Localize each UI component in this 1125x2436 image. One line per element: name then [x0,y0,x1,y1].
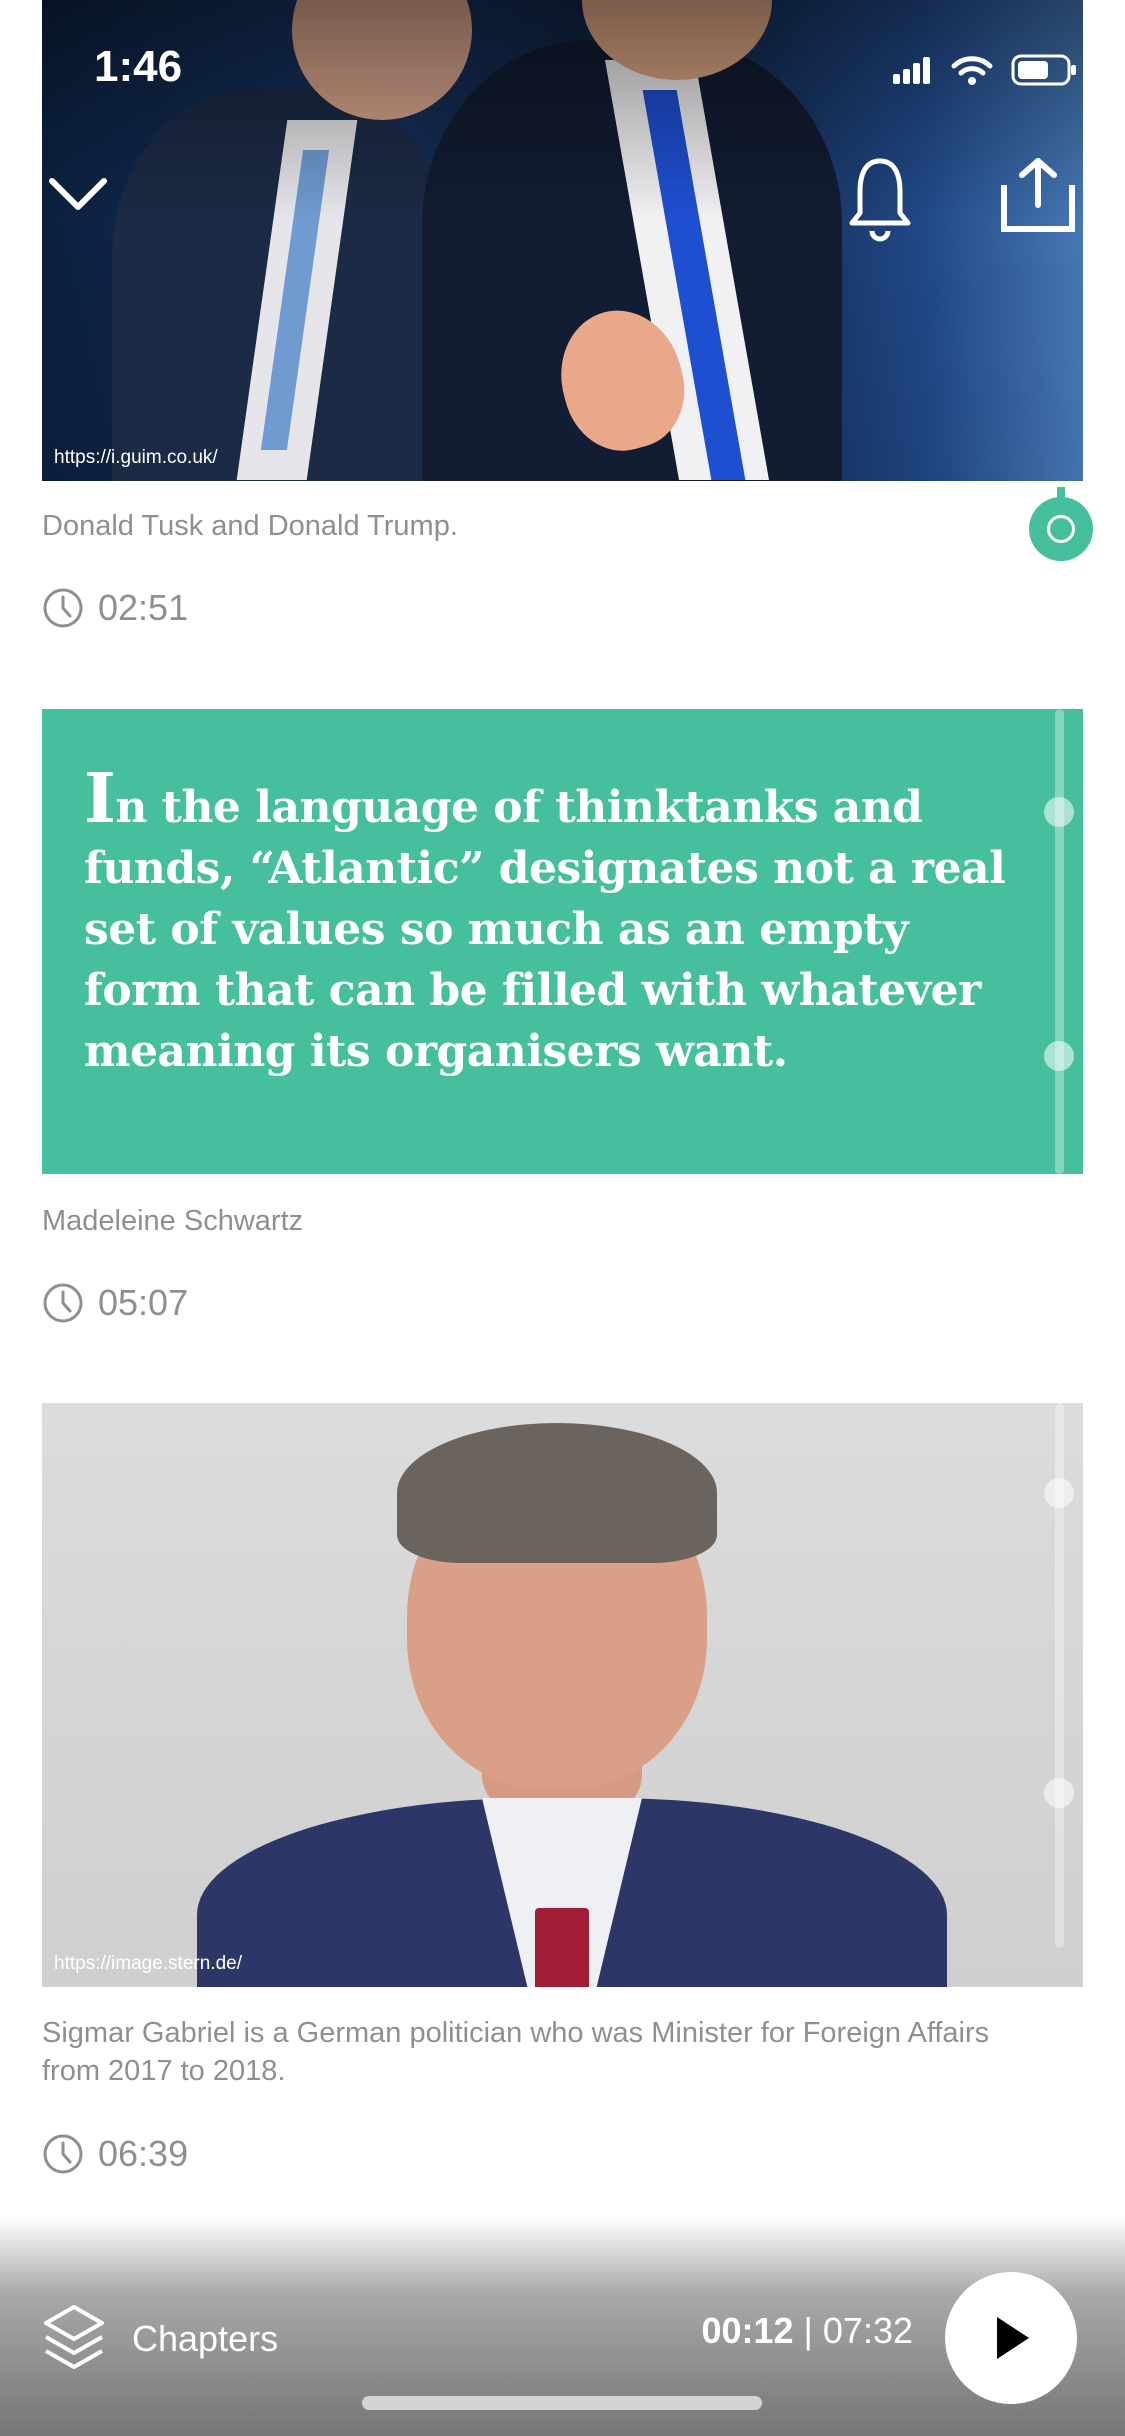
quote-card: In the language of thinktanks and funds,… [42,709,1083,1174]
timeline-dot[interactable] [1044,1478,1074,1508]
battery-icon [1011,54,1076,86]
playback-time: 00:12 | 07:32 [701,2310,913,2352]
quote-author: Madeleine Schwartz [42,1205,304,1237]
status-time: 1:46 [94,42,183,91]
timeline-dot[interactable] [1044,797,1074,827]
chevron-down-icon[interactable] [48,175,108,215]
quote-text: In the language of thinktanks and funds,… [84,765,1034,1082]
current-time: 00:12 [701,2310,794,2351]
chapters-button[interactable]: Chapters [42,2303,278,2375]
image-caption: Sigmar Gabriel is a German politician wh… [42,2017,990,2087]
timestamp[interactable]: 02:51 [42,587,188,629]
clock-icon [43,2134,83,2174]
time-separator: | [803,2310,813,2351]
timestamp[interactable]: 06:39 [42,2133,188,2175]
timeline-track [1055,709,1064,1174]
share-icon[interactable] [998,155,1078,235]
bell-icon[interactable] [848,155,912,243]
timestamp-value: 02:51 [98,587,189,628]
quote-body: n the language of thinktanks and funds, … [84,782,1006,1077]
chapters-label: Chapters [132,2318,279,2359]
current-position-marker[interactable] [1029,487,1093,561]
timestamp-value: 05:07 [98,1282,189,1323]
status-icons [893,50,1077,90]
layers-icon [44,2305,104,2369]
total-time: 07:32 [822,2310,913,2351]
quote-drop-cap: I [84,759,116,839]
signal-icon [893,57,930,84]
play-button[interactable] [945,2272,1077,2404]
timeline-dot[interactable] [1044,1778,1074,1808]
image-caption: Donald Tusk and Donald Trump. [42,510,458,542]
home-indicator[interactable] [362,2396,762,2410]
timestamp[interactable]: 05:07 [42,1282,188,1324]
image-source: https://i.guim.co.uk/ [54,447,218,468]
timestamp-value: 06:39 [98,2133,189,2174]
clock-icon [43,1283,83,1323]
clock-icon [43,588,83,628]
wifi-icon [951,56,993,85]
portrait-image: https://image.stern.de/ [42,1403,1083,1987]
play-icon [997,2317,1029,2359]
image-source: https://image.stern.de/ [54,1953,242,1974]
timeline-dot[interactable] [1044,1041,1074,1071]
